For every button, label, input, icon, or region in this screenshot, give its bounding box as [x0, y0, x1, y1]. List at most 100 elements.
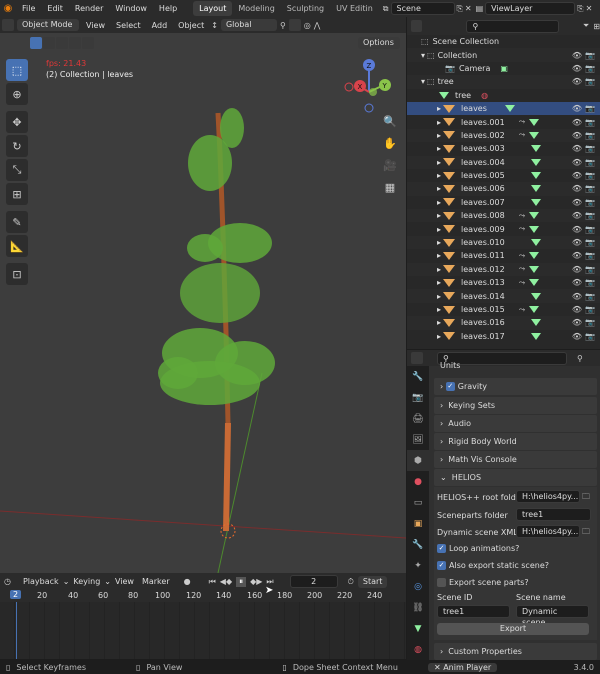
loop-animations-checkbox[interactable]: ✓ [437, 544, 446, 553]
expand-arrow-icon[interactable]: ▾ [421, 51, 425, 60]
expand-arrow-icon[interactable]: ▸ [437, 278, 441, 287]
tab-layout[interactable]: Layout [193, 1, 233, 16]
object-tab-icon[interactable]: ▣ [407, 513, 429, 534]
visibility-eye-icon[interactable]: 👁 [572, 251, 582, 260]
root-folder-field[interactable]: H:\helios4py... [516, 490, 580, 503]
scene-selector[interactable]: ⧉ Scene ⎘ ✕ [383, 2, 472, 15]
collapse-arrow-icon[interactable]: › [440, 382, 443, 391]
close-icon[interactable]: ✕ [434, 663, 441, 672]
scene-tab-icon[interactable]: ⬢ [407, 450, 429, 471]
tab-modeling[interactable]: Modeling [232, 1, 280, 16]
step-back-icon[interactable]: ◀◆ [220, 577, 232, 586]
folder-icon[interactable]: 🗀 [582, 491, 590, 505]
render-camera-icon[interactable]: 📷 [585, 64, 595, 73]
expand-arrow-icon[interactable]: ▸ [437, 144, 441, 153]
object-menu[interactable]: Object [174, 21, 208, 30]
visibility-eye-icon[interactable]: 👁 [572, 278, 582, 287]
outliner-search-input[interactable]: ⚲ [466, 19, 559, 33]
tree-row-leaves-006[interactable]: ▸ leaves.006 👁 📷 [407, 182, 600, 196]
pause-icon[interactable]: ⏸ [236, 576, 247, 587]
tree-row-leaves-014[interactable]: ▸ leaves.014 👁 📷 [407, 289, 600, 303]
render-tab-icon[interactable]: 📷 [407, 387, 429, 408]
viewlayer-selector[interactable]: ▤ ViewLayer ⎘ ✕ [476, 2, 592, 15]
units-panel[interactable]: Units [434, 362, 597, 372]
visibility-eye-icon[interactable]: 👁 [572, 77, 582, 86]
expand-arrow-icon[interactable]: ▸ [437, 305, 441, 314]
visibility-eye-icon[interactable]: 👁 [572, 118, 582, 127]
expand-arrow-icon[interactable]: ▸ [437, 198, 441, 207]
transform-orientation-dropdown[interactable]: Global [220, 19, 277, 31]
collapse-arrow-icon[interactable]: › [440, 437, 443, 446]
tree-row-leaves-007[interactable]: ▸ leaves.007 👁 📷 [407, 196, 600, 209]
expand-arrow-icon[interactable]: ▸ [437, 131, 441, 140]
modifier-tab-icon[interactable]: 🔧 [407, 534, 429, 555]
tree-row-leaves-012[interactable]: ▸ leaves.012 ⤳ 👁 📷 [407, 262, 600, 277]
custom-properties-panel[interactable]: › Custom Properties [434, 643, 597, 660]
render-camera-icon[interactable]: 📷 [585, 198, 595, 207]
filter-icon[interactable]: ⏷ [583, 21, 589, 31]
tree-row-leaves-009[interactable]: ▸ leaves.009 ⤳ 👁 📷 [407, 222, 600, 235]
editor-type-icon[interactable] [411, 352, 423, 364]
render-camera-icon[interactable]: 📷 [585, 104, 595, 113]
tree-row-leaves-002[interactable]: ▸ leaves.002 ⤳ 👁 📷 [407, 128, 600, 143]
visibility-eye-icon[interactable]: 👁 [572, 332, 582, 341]
editor-type-icon[interactable] [411, 20, 423, 32]
menu-window[interactable]: Window [109, 4, 153, 13]
3d-viewport[interactable]: Options fps: 21.43 (2) Collection | leav… [0, 33, 406, 573]
tree-row-leaves-008[interactable]: ▸ leaves.008 ⤳ 👁 📷 [407, 209, 600, 223]
visibility-eye-icon[interactable]: 👁 [572, 144, 582, 153]
timer-icon[interactable]: ⏱ [348, 577, 354, 587]
math-vis-panel[interactable]: › Math Vis Console [434, 451, 597, 468]
keying-sets-panel[interactable]: › Keying Sets [434, 397, 597, 414]
particles-tab-icon[interactable]: ✦ [407, 555, 429, 576]
visibility-eye-icon[interactable]: 👁 [572, 104, 582, 113]
object-mode-dropdown[interactable]: Object Mode [17, 19, 79, 31]
current-frame-field[interactable]: 2 [289, 575, 338, 588]
loop-animations-option[interactable]: ✓ Loop animations? [437, 544, 519, 553]
editor-type-icon[interactable] [2, 19, 14, 31]
keying-menu[interactable]: Keying [73, 577, 100, 586]
render-camera-icon[interactable]: 📷 [585, 292, 595, 301]
export-parts-option[interactable]: Export scene parts? [437, 578, 529, 587]
world-tab-icon[interactable]: ● [407, 471, 429, 492]
tree-row-camera[interactable]: 📷 Camera ▣ 👁 📷 [407, 62, 600, 75]
folder-icon[interactable]: 🗀 [582, 526, 590, 540]
expand-arrow-icon[interactable]: ▸ [437, 225, 441, 234]
render-camera-icon[interactable]: 📷 [585, 305, 595, 314]
menu-help[interactable]: Help [153, 4, 183, 13]
expand-arrow-icon[interactable]: ▸ [437, 332, 441, 341]
gravity-panel[interactable]: › ✓ Gravity [434, 378, 597, 395]
tree-row-leaves-003[interactable]: ▸ leaves.003 👁 📷 [407, 142, 600, 155]
start-frame-field[interactable]: Start [357, 575, 388, 588]
expand-arrow-icon[interactable]: ▸ [437, 184, 441, 193]
new-collection-icon[interactable]: ⊞ [593, 22, 600, 31]
render-camera-icon[interactable]: 📷 [585, 318, 595, 327]
view-menu[interactable]: View [82, 21, 109, 30]
frame-ruler[interactable]: 2 20 40 60 80 100 120 140 160 180 200 22… [0, 590, 406, 602]
physics-tab-icon[interactable]: ◎ [407, 576, 429, 597]
expand-arrow-icon[interactable]: ▸ [437, 238, 441, 247]
visibility-eye-icon[interactable]: 👁 [572, 131, 582, 140]
view-menu[interactable]: View [115, 577, 134, 586]
close-icon[interactable]: ✕ [465, 4, 472, 13]
visibility-eye-icon[interactable]: 👁 [572, 238, 582, 247]
expand-arrow-icon[interactable]: ▸ [437, 251, 441, 260]
render-camera-icon[interactable]: 📷 [585, 77, 595, 86]
select-menu[interactable]: Select [112, 21, 145, 30]
expand-arrow-icon[interactable]: ▸ [437, 292, 441, 301]
anim-player-badge[interactable]: ✕ Anim Player [427, 662, 498, 672]
scene-name-field[interactable]: Dynamic scene [516, 605, 589, 627]
render-camera-icon[interactable]: 📷 [585, 158, 595, 167]
menu-file[interactable]: File [16, 4, 41, 13]
render-camera-icon[interactable]: 📷 [585, 251, 595, 260]
render-camera-icon[interactable]: 📷 [585, 211, 595, 220]
expand-arrow-icon[interactable]: ▸ [437, 211, 441, 220]
render-camera-icon[interactable]: 📷 [585, 131, 595, 140]
collapse-arrow-icon[interactable]: › [440, 401, 443, 410]
visibility-eye-icon[interactable]: 👁 [572, 184, 582, 193]
data-tab-icon[interactable]: ▼ [407, 618, 429, 639]
expand-arrow-icon[interactable]: ▸ [437, 118, 441, 127]
visibility-eye-icon[interactable]: 👁 [572, 51, 582, 60]
helios-panel-header[interactable]: ⌄ HELIOS [434, 469, 597, 486]
render-camera-icon[interactable]: 📷 [585, 171, 595, 180]
